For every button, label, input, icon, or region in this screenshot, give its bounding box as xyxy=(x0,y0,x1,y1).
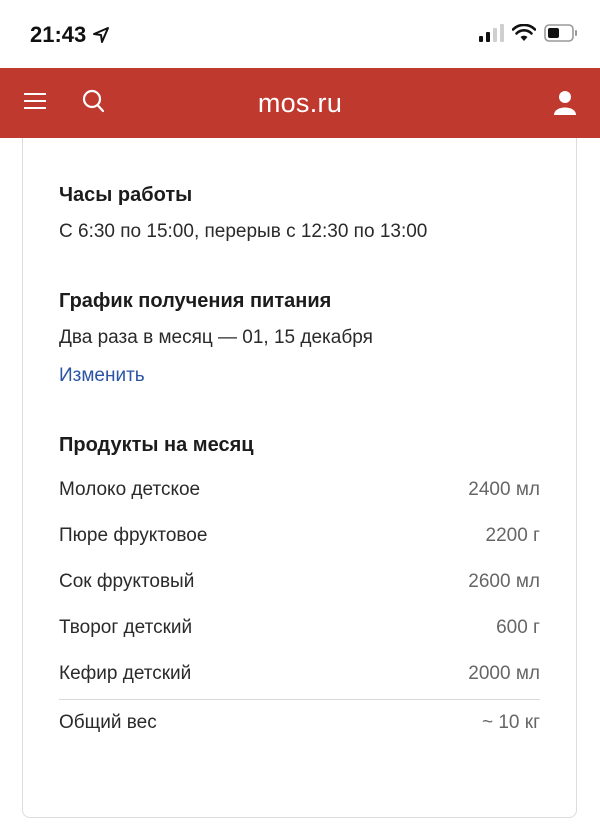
product-name: Творог детский xyxy=(59,617,193,638)
list-item: Кефир детский 2000 мл xyxy=(59,651,540,697)
product-amount: 2600 мл xyxy=(468,571,540,592)
total-row: Общий вес ~ 10 кг xyxy=(59,700,540,746)
product-amount: 2400 мл xyxy=(468,479,540,500)
total-amount: ~ 10 кг xyxy=(481,712,540,733)
product-name: Сок фруктовый xyxy=(59,571,195,592)
info-card: Часы работы С 6:30 по 15:00, перерыв с 1… xyxy=(22,138,577,818)
status-time-text: 21:43 xyxy=(30,22,87,47)
product-name: Молоко детское xyxy=(59,479,201,500)
product-amount: 2000 мл xyxy=(468,663,540,684)
battery-icon xyxy=(544,24,577,42)
list-item: Творог детский 600 г xyxy=(59,605,540,651)
location-arrow-icon xyxy=(93,27,110,43)
total-label: Общий вес xyxy=(59,712,157,733)
change-schedule-link[interactable]: Изменить xyxy=(59,365,145,387)
schedule-text: Два раза в месяц — 01, 15 декабря xyxy=(59,327,373,348)
page-title: mos.ru xyxy=(257,88,343,118)
product-name: Кефир детский xyxy=(59,663,192,684)
wifi-icon xyxy=(512,24,536,41)
list-item: Сок фруктовый 2600 мл xyxy=(59,559,540,605)
working-hours-section: Часы работы С 6:30 по 15:00, перерыв с 1… xyxy=(59,184,540,243)
working-hours-text: С 6:30 по 15:00, перерыв с 12:30 по 13:0… xyxy=(59,221,428,242)
status-time: 21:43 xyxy=(30,22,110,48)
working-hours-title: Часы работы xyxy=(59,184,193,206)
schedule-title: График получения питания xyxy=(59,290,332,312)
products-title: Продукты на месяц xyxy=(59,434,254,456)
product-amount: 600 г xyxy=(496,617,540,638)
products-list: Молоко детское 2400 мл Пюре фруктовое 22… xyxy=(59,467,540,746)
user-icon[interactable] xyxy=(554,90,576,121)
status-bar: 21:43 xyxy=(0,0,600,68)
list-item: Пюре фруктовое 2200 г xyxy=(59,513,540,559)
app-header: mos.ru xyxy=(0,68,600,138)
product-name: Пюре фруктовое xyxy=(59,525,208,546)
cellular-signal-icon xyxy=(479,24,504,42)
products-section: Продукты на месяц Молоко детское 2400 мл… xyxy=(59,434,540,746)
product-amount: 2200 г xyxy=(485,525,540,546)
status-indicators xyxy=(478,24,578,42)
list-item: Молоко детское 2400 мл xyxy=(59,467,540,513)
schedule-section: График получения питания Два раза в меся… xyxy=(59,290,540,387)
